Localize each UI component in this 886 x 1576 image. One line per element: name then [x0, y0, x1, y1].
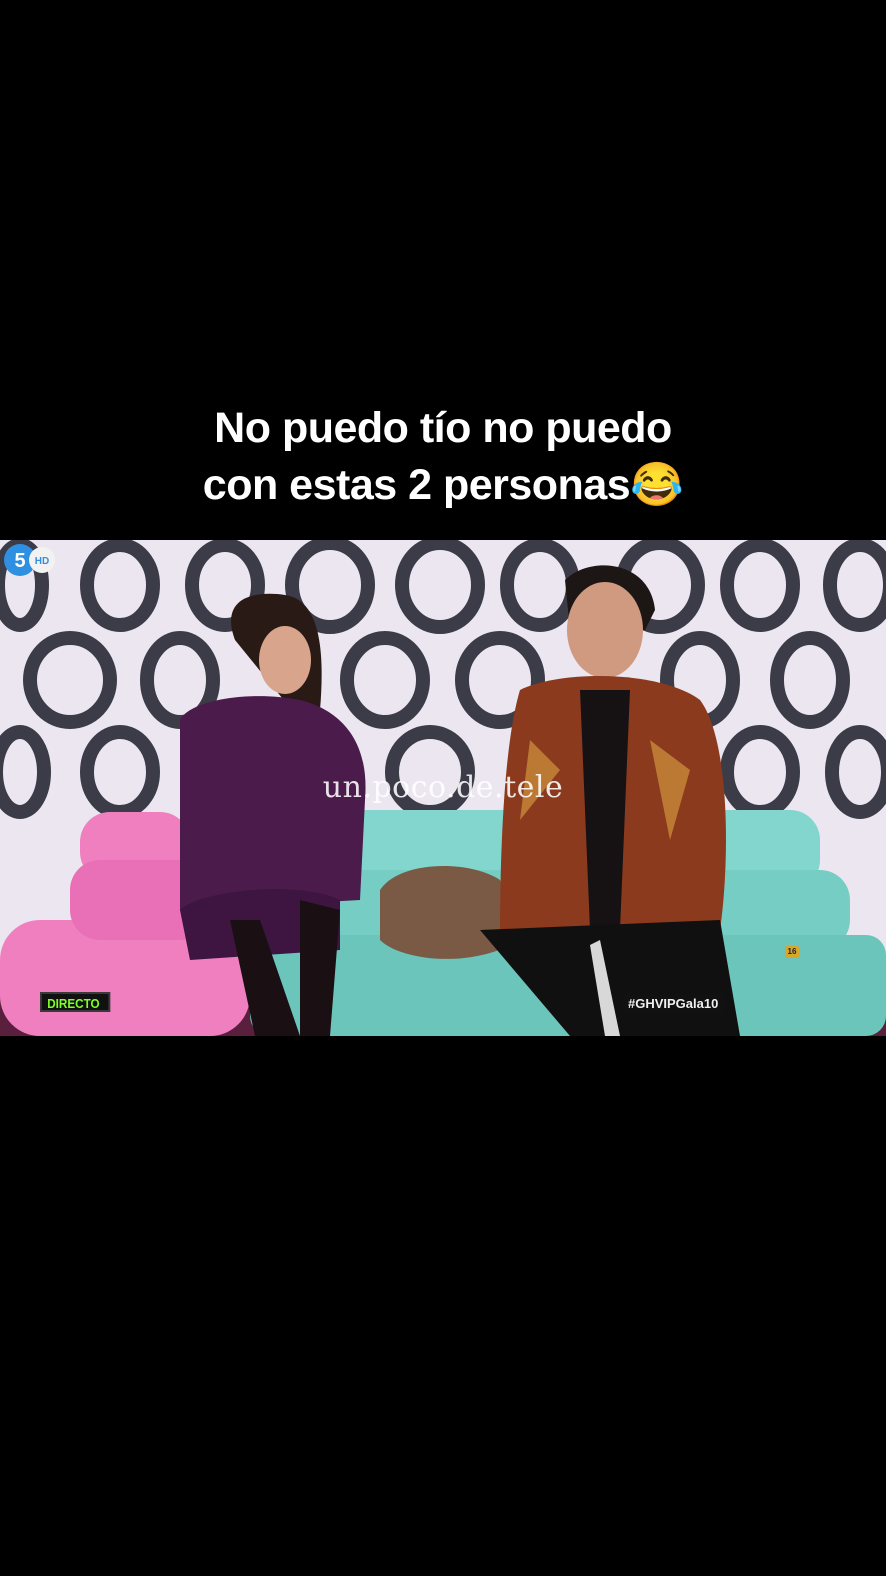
caption-line-2: con estas 2 personas😂	[202, 461, 684, 509]
telecinco-5-hd-logo-icon: 5 HD	[4, 544, 55, 576]
live-badge: DIRECTO	[40, 992, 111, 1012]
age-rating-badge: 16	[785, 946, 799, 958]
watermark-text: un.poco.de.tele	[322, 770, 564, 805]
hashtag-badge: #GHVIPGala10	[622, 994, 725, 1014]
caption-line-1: No puedo tío no puedo	[214, 404, 672, 452]
hd-label: HD	[35, 556, 49, 567]
video-frame[interactable]: un.poco.de.tele DIRECTO #GHVIPGala10 16 …	[0, 540, 886, 1036]
video-caption: No puedo tío no puedo con estas 2 person…	[0, 400, 886, 514]
svg-text:5: 5	[14, 550, 25, 572]
